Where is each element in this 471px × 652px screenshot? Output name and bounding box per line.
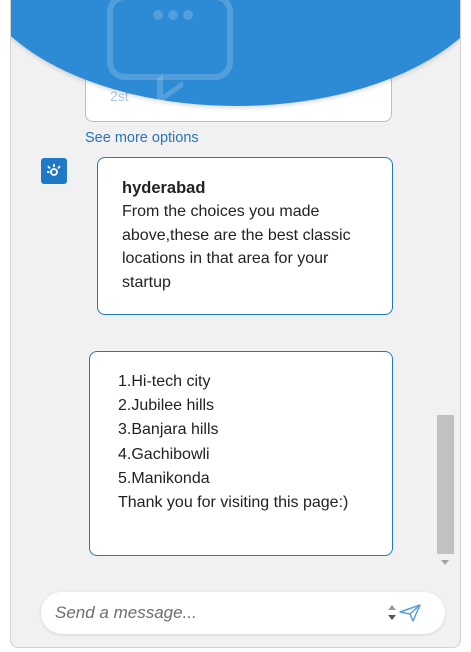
- see-more-options-link[interactable]: See more options: [85, 130, 199, 146]
- message-input[interactable]: [55, 592, 375, 634]
- scroll-down-arrow-icon[interactable]: [441, 560, 449, 565]
- chat-window: 2st See more options hyderabad From the …: [10, 0, 461, 648]
- bot-message-bubble-locations: 1.Hi-tech city 2.Jubilee hills 3.Banjara…: [89, 351, 393, 556]
- send-plane-icon: [399, 604, 421, 622]
- send-button[interactable]: [399, 603, 421, 623]
- message-composer: [41, 592, 445, 634]
- input-stepper[interactable]: [387, 602, 397, 624]
- bot-logo-icon: [47, 164, 61, 176]
- bot-message-bubble: hyderabad From the choices you made abov…: [97, 157, 393, 315]
- stepper-down-icon[interactable]: [388, 615, 396, 620]
- scrollbar-thumb[interactable]: [437, 415, 454, 554]
- message-body: From the choices you made above,these ar…: [122, 203, 351, 291]
- stepper-up-icon[interactable]: [388, 605, 396, 610]
- message-line: 3.Banjara hills: [118, 421, 219, 439]
- message-line: 2.Jubilee hills: [118, 397, 215, 415]
- bot-avatar: [41, 158, 67, 184]
- typing-dots: [153, 10, 193, 24]
- message-title: hyderabad: [122, 179, 206, 197]
- message-line: Thank you for visiting this page:): [118, 494, 349, 512]
- chat-bubble-icon: [107, 0, 233, 106]
- message-line: 5.Manikonda: [118, 469, 210, 487]
- message-line: 4.Gachibowli: [118, 445, 210, 463]
- message-scrollbar[interactable]: [425, 0, 454, 576]
- message-line: 1.Hi-tech city: [118, 373, 211, 390]
